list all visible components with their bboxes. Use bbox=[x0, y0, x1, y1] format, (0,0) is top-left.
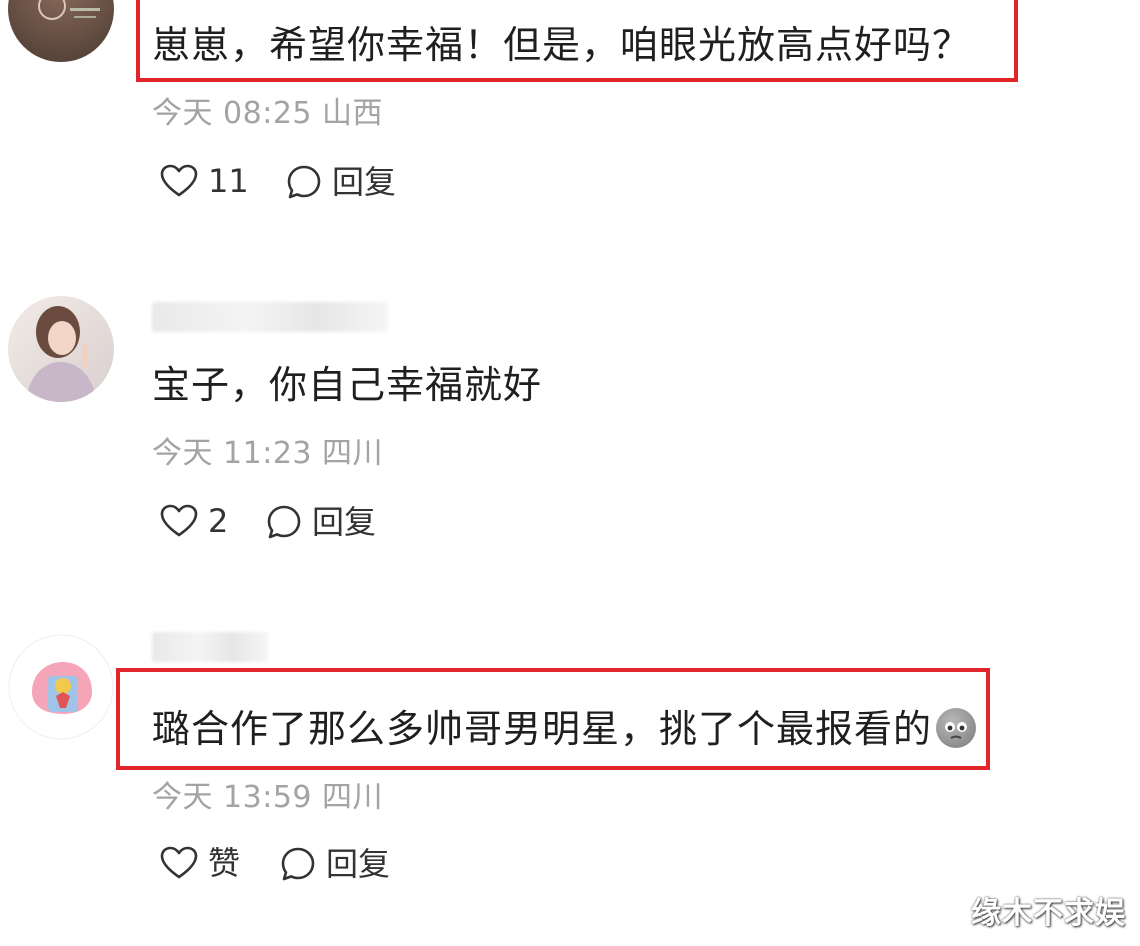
reply-button[interactable]: 回复 bbox=[266, 504, 376, 540]
avatar[interactable] bbox=[8, 634, 114, 740]
heart-outline-icon bbox=[160, 164, 198, 197]
like-button[interactable]: 赞 bbox=[160, 846, 240, 880]
comment-text: 璐合作了那么多帅哥男明星，挑了个最报看的 bbox=[152, 707, 977, 751]
like-count: 2 bbox=[208, 502, 229, 540]
gray-face-emoji-icon bbox=[936, 708, 977, 748]
avatar-image bbox=[26, 306, 96, 402]
comment-meta: 今天 13:59 四川 bbox=[152, 783, 383, 813]
like-label: 赞 bbox=[208, 844, 241, 882]
heart-outline-icon bbox=[160, 504, 198, 537]
avatar[interactable] bbox=[8, 0, 114, 62]
comment-time: 今天 13:59 bbox=[152, 780, 312, 815]
comment-location: 山西 bbox=[322, 96, 384, 131]
comment-text: 宝子，你自己幸福就好 bbox=[152, 363, 543, 407]
like-button[interactable]: 11 bbox=[160, 164, 249, 198]
comment-2: 宝子，你自己幸福就好 今天 11:23 四川 2 回复 bbox=[0, 280, 1140, 580]
speech-bubble-icon bbox=[267, 505, 301, 539]
comment-location: 四川 bbox=[322, 436, 384, 471]
speech-bubble-icon bbox=[281, 847, 315, 881]
avatar[interactable] bbox=[8, 296, 114, 402]
comment-text-content: 璐合作了那么多帅哥男明星，挑了个最报看的 bbox=[152, 707, 933, 751]
comment-location: 四川 bbox=[322, 780, 384, 815]
reply-label: 回复 bbox=[326, 845, 391, 883]
watermark: 缘木不求娱 bbox=[971, 896, 1126, 931]
username-blurred bbox=[152, 302, 388, 332]
avatar-image bbox=[38, 0, 100, 20]
comment-text: 崽崽，希望你幸福！但是，咱眼光放高点好吗？ bbox=[152, 23, 972, 67]
comment-1: 崽崽，希望你幸福！但是，咱眼光放高点好吗？ 今天 08:25 山西 11 回复 bbox=[0, 0, 1140, 240]
comment-time: 今天 11:23 bbox=[152, 436, 312, 471]
heart-outline-icon bbox=[160, 846, 198, 879]
comment-meta: 今天 08:25 山西 bbox=[152, 99, 383, 129]
reply-button[interactable]: 回复 bbox=[280, 846, 390, 882]
reply-label: 回复 bbox=[332, 163, 397, 201]
username-blurred bbox=[152, 632, 268, 662]
like-button[interactable]: 2 bbox=[160, 504, 228, 538]
comment-time: 今天 08:25 bbox=[152, 96, 312, 131]
speech-bubble-icon bbox=[287, 165, 321, 199]
reply-label: 回复 bbox=[312, 503, 377, 541]
comment-3: 璐合作了那么多帅哥男明星，挑了个最报看的 今天 13:59 四川 赞 回复 bbox=[0, 620, 1140, 920]
comment-meta: 今天 11:23 四川 bbox=[152, 439, 383, 469]
avatar-image bbox=[8, 634, 114, 740]
like-count: 11 bbox=[208, 162, 249, 200]
reply-button[interactable]: 回复 bbox=[286, 164, 396, 200]
